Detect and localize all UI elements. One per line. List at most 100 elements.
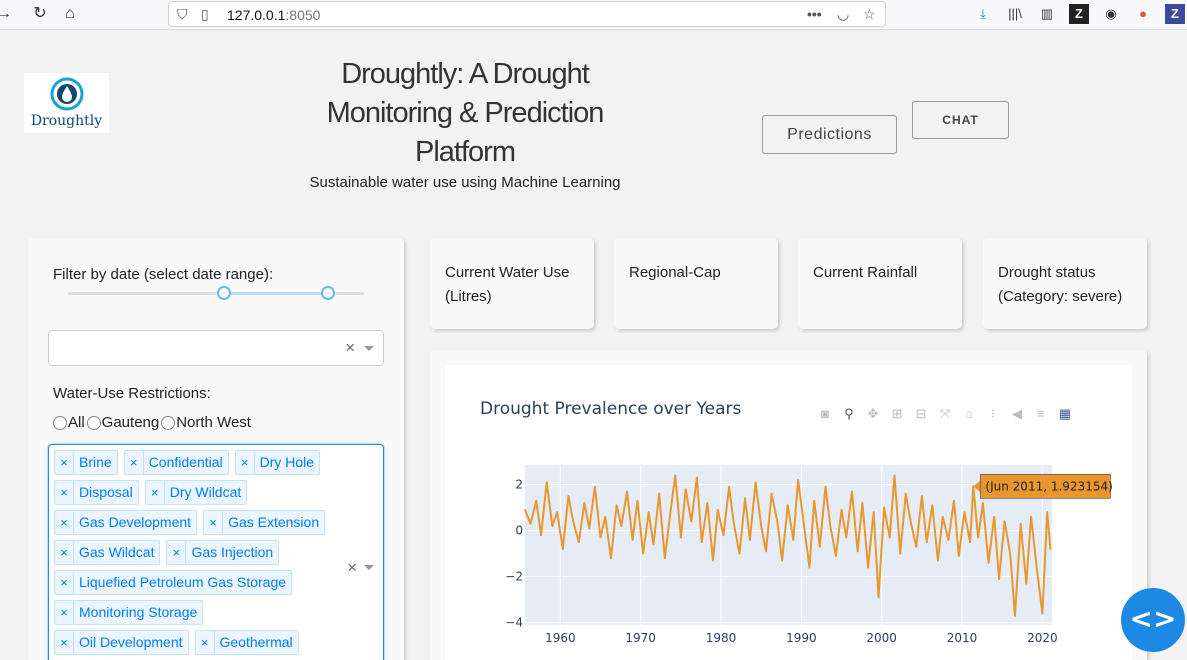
data-point — [808, 566, 811, 569]
data-point — [1035, 566, 1038, 569]
url-bar[interactable]: ⛉ ▯ 127.0.0.1:8050 ••• ◡ ☆ — [168, 1, 886, 27]
reload-icon[interactable]: ↻ — [28, 3, 52, 25]
selected-tag: × Disposal — [54, 480, 139, 505]
data-point — [535, 499, 538, 502]
chart-panel: Drought Prevalence over Years ◙ ⚲ ✥ ⊞ ⊟ … — [430, 350, 1147, 660]
selected-tag: × Gas Injection — [166, 540, 280, 565]
radio-circle-icon[interactable] — [86, 415, 101, 430]
data-point — [690, 520, 693, 523]
data-point — [572, 520, 575, 523]
selected-tag: × Dry Wildcat — [144, 480, 248, 505]
zotero-icon[interactable]: Z — [1069, 4, 1089, 24]
data-point — [615, 504, 618, 507]
well-type-multiselect[interactable]: × Brine × Confidential × Dry Hole × Disposal × Dr… — [48, 444, 384, 660]
data-point — [1014, 614, 1016, 617]
remove-tag-icon[interactable]: × — [55, 451, 74, 474]
sidebar-icon[interactable]: ▥ — [1037, 4, 1057, 24]
data-point — [824, 485, 827, 488]
star-icon[interactable]: ☆ — [863, 5, 876, 23]
data-point — [982, 502, 984, 504]
shield-icon[interactable]: ⛉ — [177, 5, 188, 23]
radio-gauteng[interactable]: Gauteng — [86, 414, 159, 431]
data-point — [1046, 511, 1049, 514]
data-point — [561, 548, 564, 550]
data-point — [593, 485, 596, 488]
account-icon[interactable]: ◉ — [1101, 4, 1121, 24]
date-slider-end-handle[interactable] — [321, 286, 335, 300]
selected-tag: × Gas Development — [54, 510, 198, 535]
browser-toolbar: → ↻ ⌂ ⛉ ▯ 127.0.0.1:8050 ••• ◡ ☆ ⤓ |||\ … — [0, 0, 1187, 30]
remove-tag-icon[interactable]: × — [167, 541, 187, 564]
tag-label: Geothermal — [219, 634, 293, 650]
tag-label: Dry Wildcat — [169, 484, 242, 500]
predictions-button[interactable]: Predictions — [762, 115, 897, 154]
data-point — [920, 495, 923, 497]
home-icon[interactable]: ⌂ — [58, 3, 82, 25]
date-dropdown[interactable]: × — [48, 330, 384, 366]
extension-z-icon[interactable]: Z — [1165, 4, 1185, 24]
date-range-selected — [224, 292, 328, 295]
chart-canvas[interactable]: 1960 1970 1980 1990 2000 2010 202020−2−4(Jun 2… — [445, 365, 1132, 660]
code-toggle-button[interactable]: <> — [1121, 588, 1185, 652]
download-icon[interactable]: ⤓ — [973, 4, 993, 24]
remove-tag-icon[interactable]: × — [55, 601, 74, 624]
data-point — [851, 490, 853, 493]
remove-tag-icon[interactable]: × — [146, 481, 165, 504]
data-point — [888, 536, 891, 539]
chevron-down-icon[interactable] — [364, 346, 374, 351]
radio-circle-icon[interactable] — [53, 415, 67, 430]
tag-label: Disposal — [79, 484, 133, 500]
selected-tag: × Liquefied Petroleum Gas Storage — [54, 570, 293, 595]
remove-tag-icon[interactable]: × — [55, 481, 74, 504]
data-point — [904, 492, 907, 495]
remove-tag-icon[interactable]: × — [204, 511, 224, 534]
remove-tag-icon[interactable]: × — [196, 631, 215, 654]
radio-all[interactable]: All — [53, 414, 85, 431]
back-icon[interactable]: → — [0, 3, 16, 25]
radio-circle-icon[interactable] — [161, 415, 176, 430]
selected-tag: × Gas Wildcat — [54, 540, 161, 565]
data-point — [957, 555, 960, 557]
pocket-icon[interactable]: ◡ — [837, 5, 849, 23]
duckduckgo-icon[interactable]: ● — [1133, 4, 1153, 24]
tag-label: Gas Extension — [228, 514, 320, 530]
remove-tag-icon[interactable]: × — [125, 451, 144, 474]
data-point — [540, 534, 542, 537]
data-point — [684, 488, 687, 491]
radio-north-west[interactable]: North West — [161, 414, 251, 431]
url-text[interactable]: 127.0.0.1:8050 — [227, 7, 320, 23]
data-point — [840, 508, 843, 511]
remove-tag-icon[interactable]: × — [55, 511, 74, 534]
x-tick-label: 2000 — [866, 631, 897, 645]
x-tick-label: 2010 — [947, 631, 978, 645]
date-slider-start-handle[interactable] — [217, 286, 231, 300]
remove-tag-icon[interactable]: × — [55, 631, 74, 654]
clear-icon[interactable]: × — [347, 558, 357, 578]
date-filter-label: Filter by date (select date range): — [53, 266, 274, 283]
data-point — [998, 578, 1000, 580]
data-point — [663, 557, 666, 560]
data-point — [953, 499, 955, 502]
tag-label: Brine — [79, 454, 112, 470]
data-point — [1049, 548, 1052, 550]
data-point — [937, 559, 939, 562]
data-point — [599, 536, 602, 539]
chevron-down-icon[interactable] — [364, 565, 374, 570]
data-point — [1003, 520, 1006, 523]
data-point — [792, 538, 795, 541]
data-point — [977, 536, 979, 539]
data-point — [931, 504, 934, 507]
more-icon[interactable]: ••• — [807, 5, 822, 23]
remove-tag-icon[interactable]: × — [55, 571, 74, 594]
data-point — [642, 552, 644, 555]
chat-button[interactable]: CHAT — [912, 101, 1009, 139]
remove-tag-icon[interactable]: × — [236, 451, 255, 474]
data-point — [1009, 552, 1012, 555]
data-point — [556, 511, 559, 514]
data-point — [716, 508, 719, 511]
library-icon[interactable]: |||\ — [1005, 4, 1025, 24]
data-point — [583, 502, 586, 504]
remove-tag-icon[interactable]: × — [55, 541, 74, 564]
logo-text: Droughtly — [30, 113, 103, 129]
clear-icon[interactable]: × — [345, 339, 355, 357]
